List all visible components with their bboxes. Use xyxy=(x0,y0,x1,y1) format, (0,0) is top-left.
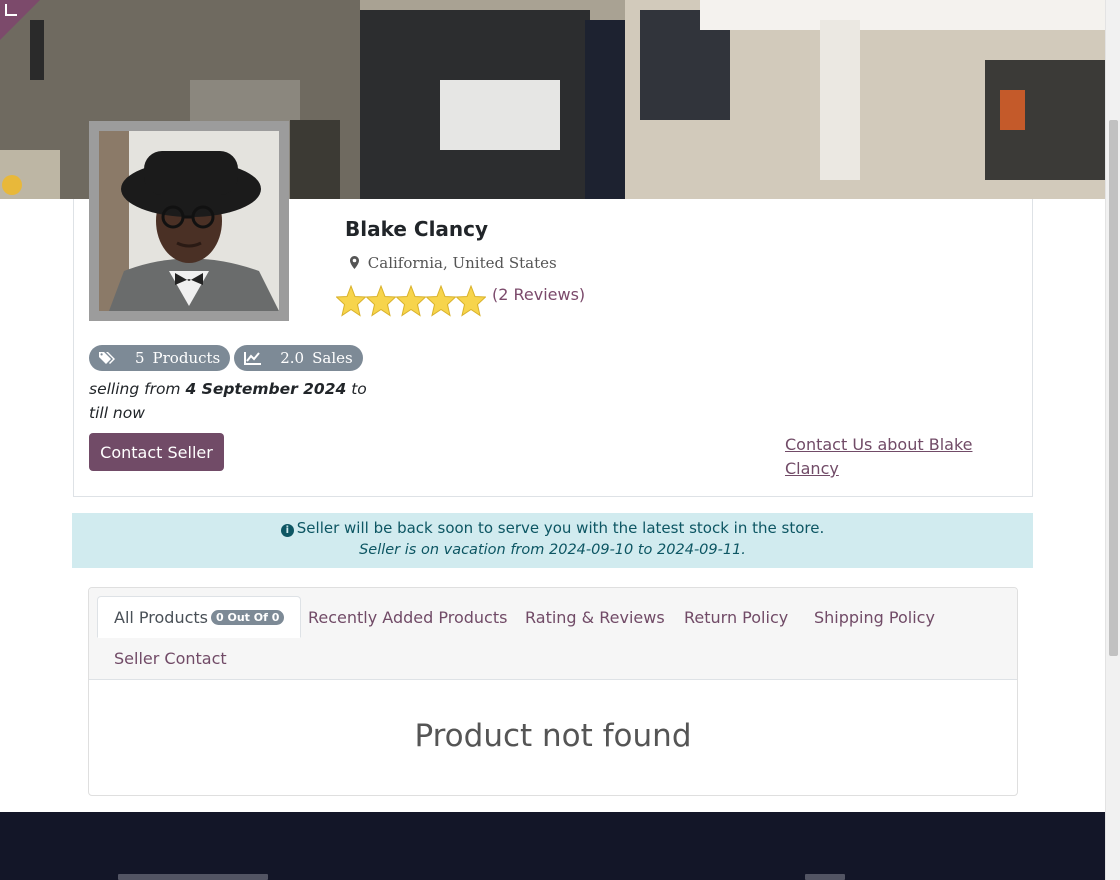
products-badge[interactable]: 5 Products xyxy=(89,345,231,371)
star-icon xyxy=(426,285,456,317)
footer-heading xyxy=(118,874,268,880)
tab-recently-added[interactable]: Recently Added Products xyxy=(308,597,507,637)
selling-date: 4 September 2024 xyxy=(185,380,347,398)
tags-icon xyxy=(99,351,115,364)
empty-state-message: Product not found xyxy=(414,718,692,754)
vacation-alert: i Seller will be back soon to serve you w… xyxy=(72,513,1033,568)
sales-badge[interactable]: 2.0 Sales xyxy=(234,345,363,371)
seller-stats: 5 Products 2.0 Sales xyxy=(89,345,363,371)
tab-return-policy[interactable]: Return Policy xyxy=(684,597,788,637)
site-footer xyxy=(0,812,1105,880)
info-circle-icon: i xyxy=(280,524,294,537)
footer-heading xyxy=(805,874,845,880)
tabs-header: All Products 0 Out Of 0 Recently Added P… xyxy=(89,588,1017,680)
seller-tabs-panel: All Products 0 Out Of 0 Recently Added P… xyxy=(88,587,1018,796)
sales-label: Sales xyxy=(312,349,353,367)
star-icon xyxy=(366,285,396,317)
location-text: California, United States xyxy=(367,254,557,272)
seller-avatar xyxy=(89,121,289,321)
scrollbar-thumb[interactable] xyxy=(1109,120,1118,656)
tab-rating-reviews[interactable]: Rating & Reviews xyxy=(525,597,665,637)
page-scrollbar[interactable] xyxy=(1105,0,1120,880)
star-icon xyxy=(456,285,486,317)
contact-us-link[interactable]: Contact Us about Blake Clancy xyxy=(785,433,995,481)
contact-seller-button[interactable]: Contact Seller xyxy=(89,433,224,471)
star-icon xyxy=(336,285,366,317)
rating-stars xyxy=(336,285,486,317)
selling-since: selling from 4 September 2024 to till no… xyxy=(89,377,379,425)
alert-message: i Seller will be back soon to serve you w… xyxy=(72,519,1033,537)
sales-count: 2.0 xyxy=(280,349,305,367)
selling-prefix: selling from xyxy=(89,380,186,398)
tab-seller-contact[interactable]: Seller Contact xyxy=(114,638,227,678)
tab-shipping-policy[interactable]: Shipping Policy xyxy=(814,597,935,637)
vacation-dates: Seller is on vacation from 2024-09-10 to… xyxy=(359,542,746,558)
products-count-badge: 0 Out Of 0 xyxy=(211,609,285,625)
seller-portrait xyxy=(99,131,279,311)
products-label: Products xyxy=(152,349,221,367)
reviews-link[interactable]: (2 Reviews) xyxy=(492,285,585,304)
map-marker-icon xyxy=(350,256,359,269)
products-count: 5 xyxy=(135,349,145,367)
star-icon xyxy=(396,285,426,317)
seller-location: California, United States xyxy=(350,254,557,272)
expand-icon[interactable] xyxy=(5,4,17,16)
seller-name: Blake Clancy xyxy=(345,217,489,241)
line-chart-icon xyxy=(244,352,262,365)
alert-text: Seller will be back soon to serve you wi… xyxy=(296,519,825,537)
tab-label: All Products xyxy=(114,607,209,627)
tab-all-products[interactable]: All Products 0 Out Of 0 xyxy=(97,596,302,638)
